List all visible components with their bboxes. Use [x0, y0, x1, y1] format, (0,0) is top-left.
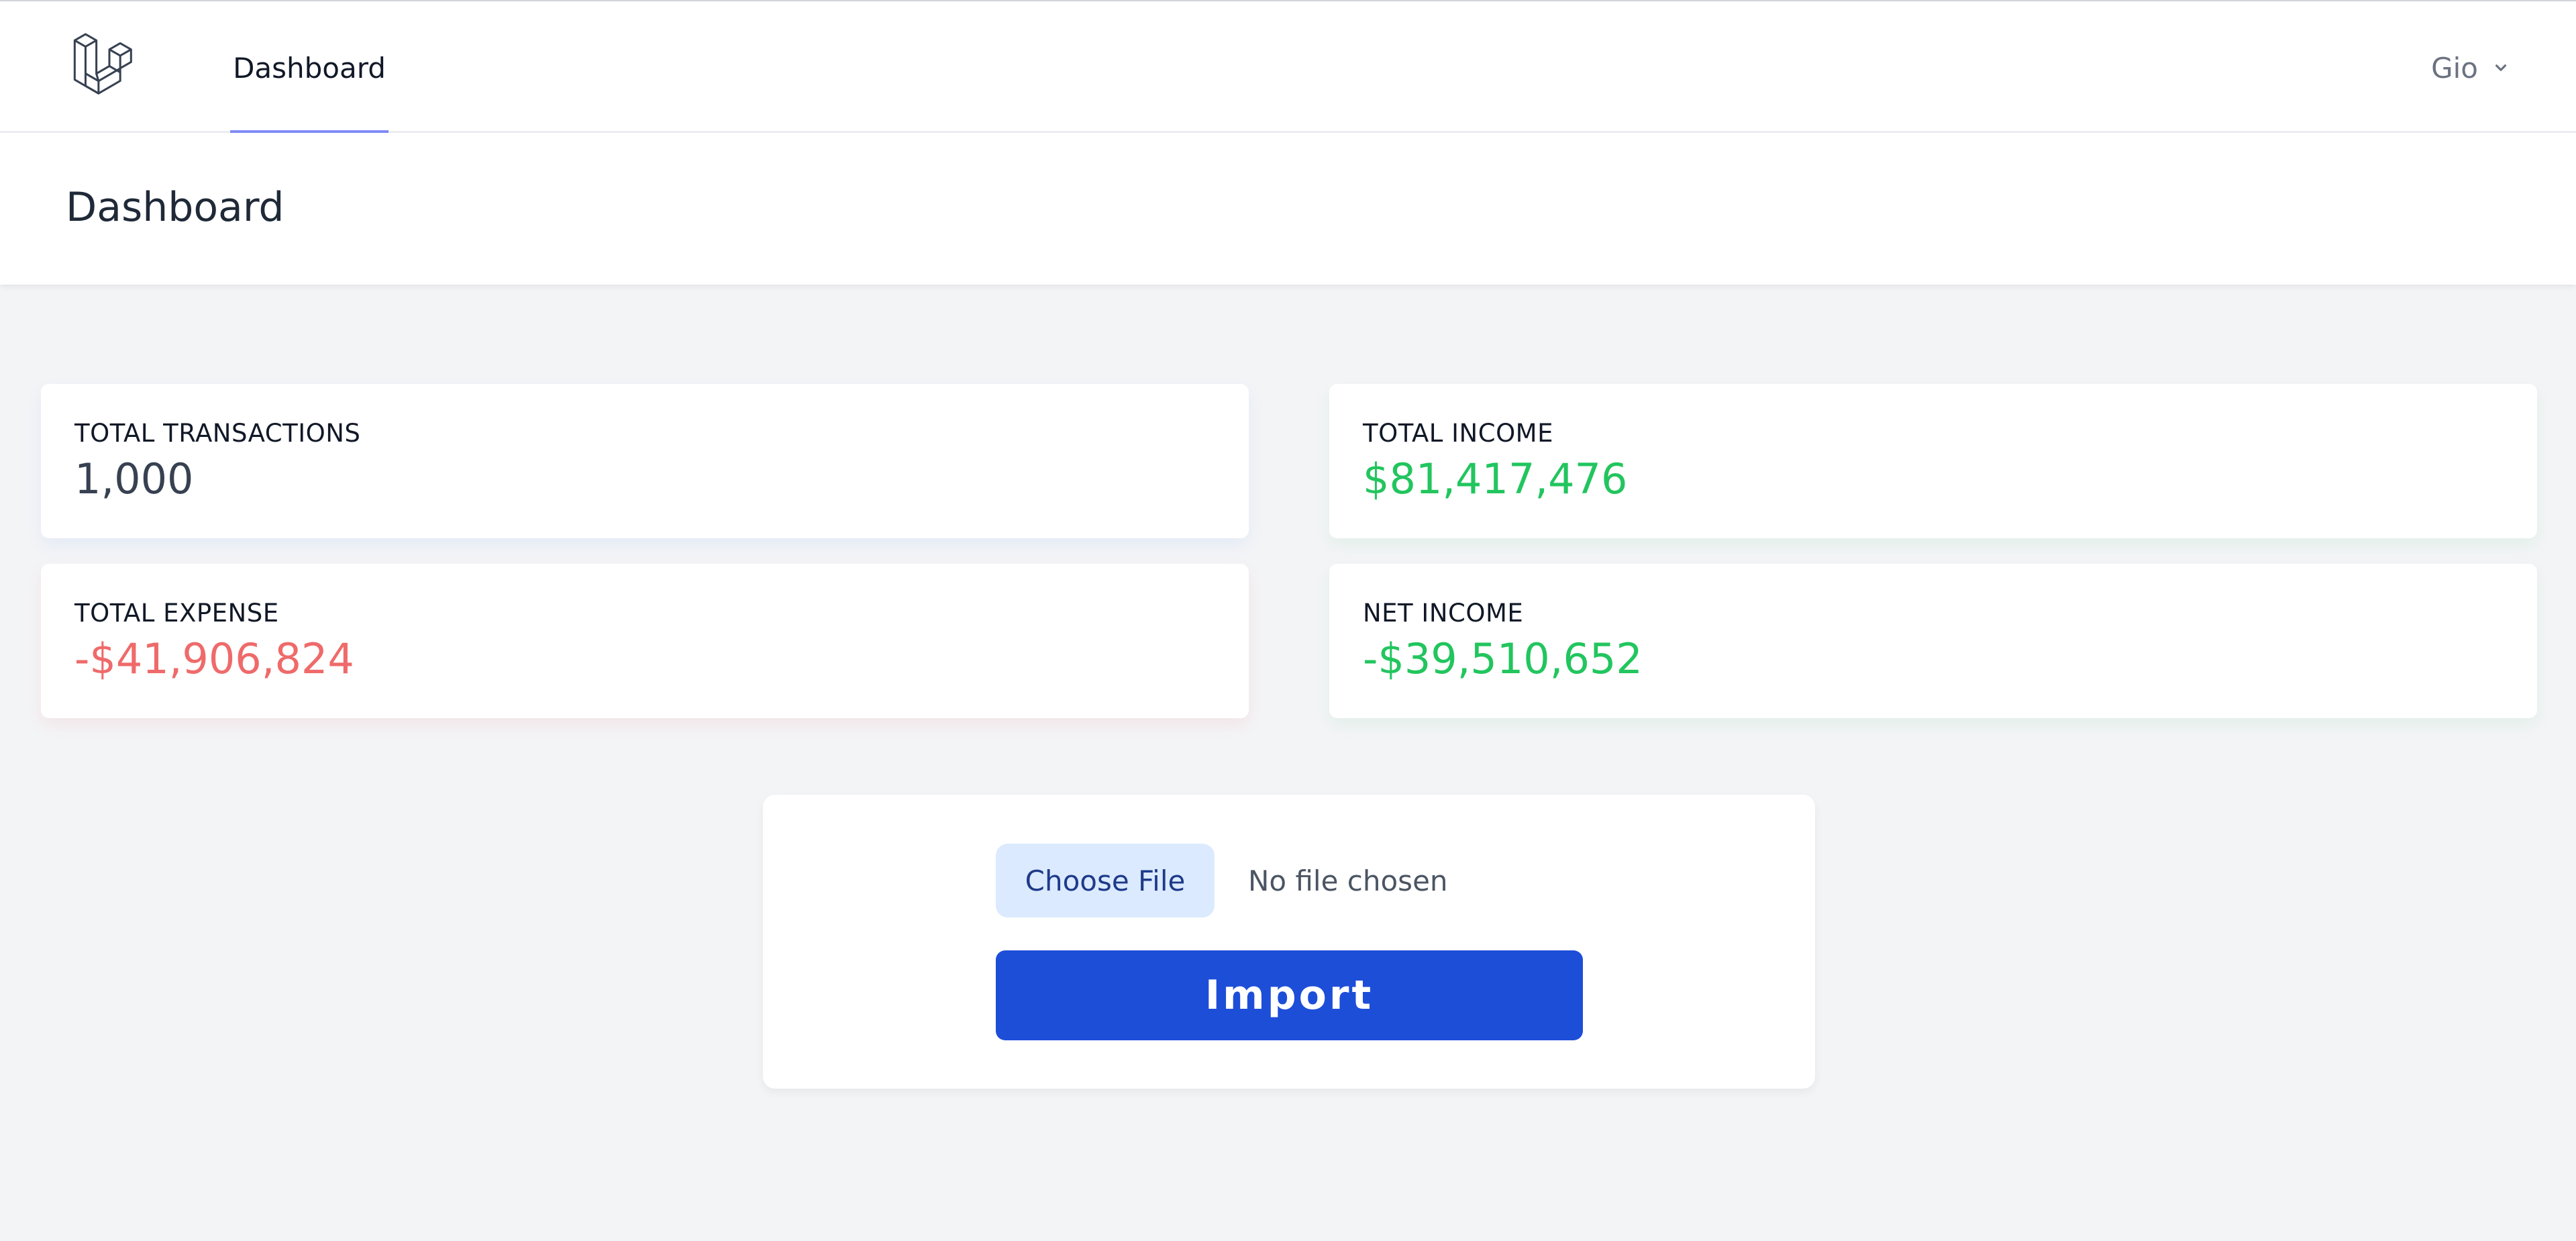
page-header: Dashboard [0, 133, 2576, 285]
choose-file-button[interactable]: Choose File [996, 844, 1215, 917]
chevron-down-icon [2495, 64, 2507, 71]
stat-label: NET INCOME [1363, 599, 1524, 628]
page-title: Dashboard [66, 184, 285, 231]
stat-label: TOTAL EXPENSE [74, 599, 279, 628]
stat-value: $81,417,476 [1363, 454, 1628, 503]
top-navigation: Dashboard Gio [0, 0, 2576, 134]
laravel-logo-icon[interactable] [70, 30, 149, 105]
import-button[interactable]: Import [996, 950, 1583, 1040]
user-name: Gio [2431, 51, 2478, 85]
user-menu-dropdown[interactable]: Gio [2431, 1, 2512, 134]
stat-value: -$39,510,652 [1363, 634, 1643, 683]
stat-card-net-income: NET INCOME -$39,510,652 [1329, 564, 2537, 718]
stat-card-total-income: TOTAL INCOME $81,417,476 [1329, 384, 2537, 538]
stat-label: TOTAL TRANSACTIONS [74, 419, 361, 448]
nav-link-dashboard-label: Dashboard [233, 51, 386, 85]
stat-value: -$41,906,824 [74, 634, 354, 683]
stat-card-total-expense: TOTAL EXPENSE -$41,906,824 [41, 564, 1249, 718]
file-input[interactable]: Choose File No file chosen [996, 844, 1448, 917]
import-panel: Choose File No file chosen Import [763, 795, 1815, 1089]
stat-value: 1,000 [74, 454, 194, 503]
stat-card-total-transactions: TOTAL TRANSACTIONS 1,000 [41, 384, 1249, 538]
stat-label: TOTAL INCOME [1363, 419, 1553, 448]
file-status-text: No file chosen [1248, 864, 1448, 897]
nav-link-dashboard[interactable]: Dashboard [230, 1, 389, 134]
